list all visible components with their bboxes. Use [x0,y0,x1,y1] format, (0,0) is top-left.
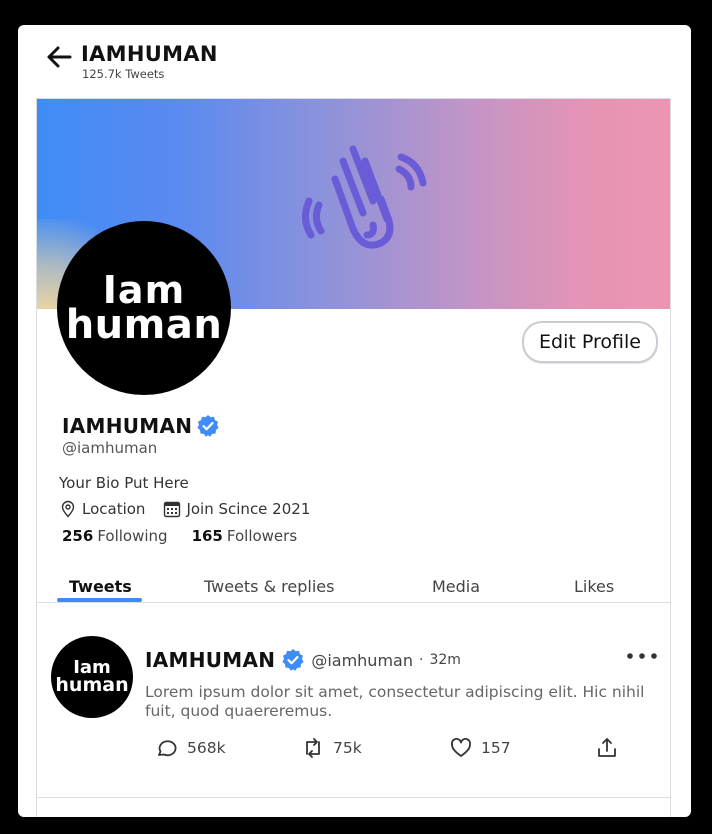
tweet-avatar[interactable]: Iam human [51,636,133,718]
share-button[interactable] [595,736,619,760]
profile-avatar[interactable]: Iam human [57,221,231,395]
tweet-header: IAMHUMAN @iamhuman · 32m [145,648,461,672]
profile-handle: @iamhuman [62,439,158,457]
tab-media[interactable]: Media [432,577,480,596]
avatar-text-line2: human [65,302,223,349]
tab-tweets-replies[interactable]: Tweets & replies [204,577,334,596]
waving-hand-logo-icon [302,145,427,249]
tweet-separator: · [418,652,424,668]
profile-meta: Location Join Scince 2021 [59,500,328,518]
tweet-avatar-line2: human [55,673,129,696]
reply-button[interactable]: 568k [155,736,226,760]
verified-badge-icon [282,649,304,671]
reply-icon [158,740,177,757]
profile-card: IAMHUMAN 125.7k Tweets Iam human Edit Pr… [18,25,691,817]
share-icon [598,738,616,757]
tweet-count: 125.7k Tweets [82,67,165,81]
location-pin-icon [61,500,75,518]
more-options-icon[interactable] [625,649,659,663]
tweet-author-handle[interactable]: @iamhuman [311,651,413,670]
join-date-text: Join Scince 2021 [186,500,311,518]
profile-tabs: Tweets Tweets & replies Media Likes [37,569,670,603]
profile-name: IAMHUMAN [62,414,193,438]
location-text: Location [82,500,146,518]
tweet-item[interactable]: Iam human IAMHUMAN @iamhuman · 32m Lorem… [37,604,670,798]
followers-count: 165 [191,527,223,545]
followers-label: Followers [226,527,298,545]
following-count: 256 [62,527,94,545]
location-item: Location [59,500,145,518]
tweet-text: Lorem ipsum dolor sit amet, consectetur … [145,683,645,720]
calendar-icon [164,501,181,518]
profile-frame: Iam human Edit Profile IAMHUMAN @iamhuma… [36,98,671,817]
reply-count: 568k [187,739,226,757]
tweet-actions: 568k 75k 157 [155,736,625,764]
retweet-button[interactable]: 75k [301,736,362,760]
following-link[interactable]: 256 Following [62,527,168,545]
tab-tweets[interactable]: Tweets [69,577,132,596]
like-count: 157 [481,739,511,757]
tweet-author-name[interactable]: IAMHUMAN [145,648,275,672]
profile-bio: Your Bio Put Here [59,474,189,492]
follow-stats: 256 Following 165 Followers [62,527,321,545]
following-label: Following [97,527,168,545]
verified-badge-icon [197,415,219,437]
active-tab-indicator [57,598,142,602]
edit-profile-button[interactable]: Edit Profile [522,321,658,363]
heart-icon [451,738,471,757]
join-date-item: Join Scince 2021 [163,500,310,518]
tweet-timestamp[interactable]: 32m [429,652,460,668]
top-bar: IAMHUMAN 125.7k Tweets [18,25,691,97]
tab-likes[interactable]: Likes [574,577,614,596]
back-arrow-icon[interactable] [46,45,72,69]
retweet-count: 75k [333,739,362,757]
retweet-icon [306,738,320,758]
page-title: IAMHUMAN [81,42,218,66]
like-button[interactable]: 157 [449,736,511,760]
profile-name-row: IAMHUMAN [62,414,220,438]
followers-link[interactable]: 165 Followers [192,527,298,545]
